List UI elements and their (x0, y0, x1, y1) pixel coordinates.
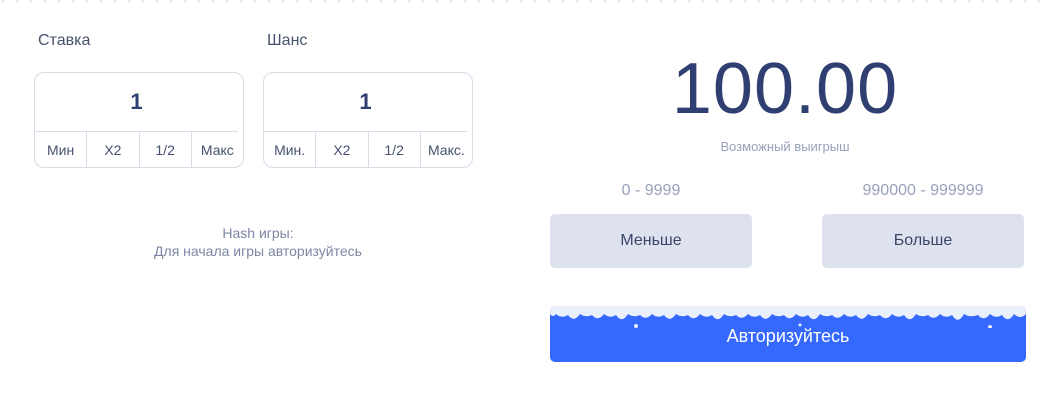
chance-field: 1 Мин. X2 1/2 Макс. (263, 72, 473, 168)
bet-label: Ставка (38, 32, 91, 49)
chance-half-button[interactable]: 1/2 (369, 132, 421, 168)
bet-half-button[interactable]: 1/2 (140, 132, 192, 168)
bet-input[interactable]: 1 (35, 73, 238, 132)
less-button[interactable]: Меньше (550, 214, 752, 268)
chance-input[interactable]: 1 (264, 73, 467, 132)
chance-max-button[interactable]: Макс. (421, 132, 472, 168)
possible-win-caption: Возможный выигрыш (720, 139, 850, 154)
chance-label: Шанс (267, 32, 308, 49)
hash-title: Hash игры: (222, 225, 294, 241)
bet-min-button[interactable]: Мин (35, 132, 88, 168)
authorize-button[interactable]: Авторизуйтесь (550, 306, 1026, 362)
range-high: 990000 - 999999 (862, 182, 984, 199)
authorize-button-label: Авторизуйтесь (726, 325, 850, 346)
chance-min-button[interactable]: Мин. (264, 132, 317, 168)
dice-game-panel: Ставка 1 Мин X2 1/2 Макс Шанс 1 Мин. X2 … (0, 0, 1044, 403)
chance-double-button[interactable]: X2 (316, 132, 369, 168)
more-button[interactable]: Больше (822, 214, 1024, 268)
bet-max-button[interactable]: Макс (192, 132, 243, 168)
bet-quick-buttons: Мин X2 1/2 Макс (35, 132, 243, 168)
range-low: 0 - 9999 (621, 182, 681, 199)
snow-decoration (0, 0, 1044, 8)
game-hash-info: Hash игры: Для начала игры авторизуйтесь (100, 224, 416, 260)
bet-double-button[interactable]: X2 (87, 132, 140, 168)
chance-quick-buttons: Мин. X2 1/2 Макс. (264, 132, 472, 168)
hash-text: Для начала игры авторизуйтесь (154, 243, 362, 259)
possible-win-value: 100.00 (671, 49, 899, 129)
bet-field: 1 Мин X2 1/2 Макс (34, 72, 244, 168)
